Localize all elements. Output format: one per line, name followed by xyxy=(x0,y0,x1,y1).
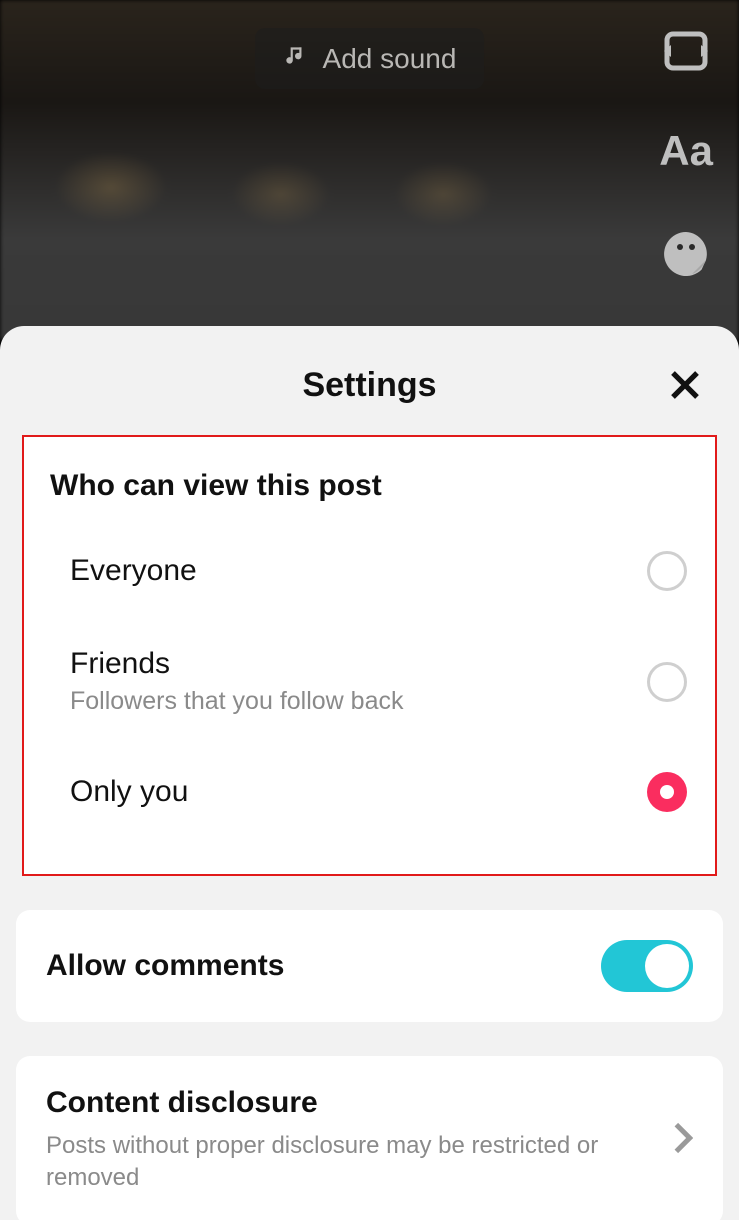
radio-unchecked-icon xyxy=(647,662,687,702)
privacy-option-label: Friends xyxy=(70,647,403,681)
close-icon xyxy=(667,391,703,406)
chevron-right-icon xyxy=(673,1121,693,1160)
text-icon[interactable]: Aa xyxy=(659,130,713,172)
radio-unchecked-icon xyxy=(647,551,687,591)
privacy-option-label: Everyone xyxy=(70,554,197,588)
privacy-option-friends[interactable]: Friends Followers that you follow back xyxy=(24,619,715,744)
sheet-title: Settings xyxy=(0,366,739,405)
settings-sheet: Settings Who can view this post Everyone… xyxy=(0,326,739,1220)
music-note-icon xyxy=(283,42,309,75)
content-disclosure-label: Content disclosure xyxy=(46,1086,606,1120)
add-sound-label: Add sound xyxy=(323,43,457,75)
content-disclosure-sublabel: Posts without proper disclosure may be r… xyxy=(46,1130,606,1195)
allow-comments-card: Allow comments xyxy=(16,910,723,1022)
allow-comments-label: Allow comments xyxy=(46,949,284,983)
allow-comments-toggle[interactable] xyxy=(601,940,693,992)
sheet-header: Settings xyxy=(0,326,739,435)
editor-side-tools: Aa xyxy=(659,30,713,278)
privacy-section-title: Who can view this post xyxy=(24,455,715,523)
frame-adjust-icon[interactable] xyxy=(661,30,711,72)
content-disclosure-card[interactable]: Content disclosure Posts without proper … xyxy=(16,1056,723,1220)
close-button[interactable] xyxy=(665,366,705,406)
privacy-section-highlight: Who can view this post Everyone Friends … xyxy=(22,435,717,876)
privacy-option-only-you[interactable]: Only you xyxy=(24,744,715,840)
privacy-option-label: Only you xyxy=(70,775,188,809)
privacy-option-everyone[interactable]: Everyone xyxy=(24,523,715,619)
sticker-icon[interactable] xyxy=(662,230,710,278)
privacy-option-sublabel: Followers that you follow back xyxy=(70,687,403,716)
add-sound-button[interactable]: Add sound xyxy=(255,28,485,89)
radio-checked-icon xyxy=(647,772,687,812)
